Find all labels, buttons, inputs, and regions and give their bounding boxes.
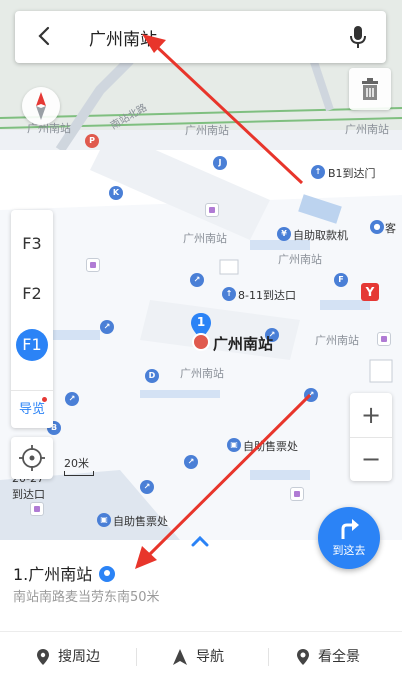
- selected-poi-label[interactable]: 广州南站: [213, 333, 273, 354]
- navigate-button[interactable]: 导航: [172, 637, 224, 677]
- poi-icon[interactable]: ↗: [190, 273, 204, 287]
- map-label: 自助售票处: [243, 440, 298, 453]
- map-canvas: [0, 0, 402, 540]
- map-label: 广州南站: [315, 334, 359, 347]
- floor-selector: F3 F2 F1 导览: [11, 210, 53, 428]
- poi-f-icon[interactable]: F: [334, 273, 348, 287]
- escalator-icon[interactable]: ↗: [140, 480, 154, 494]
- place-address: 南站南路麦当劳东南50米: [13, 590, 160, 605]
- locate-button[interactable]: [11, 437, 53, 479]
- restroom-icon[interactable]: [86, 258, 100, 272]
- divider: [136, 648, 137, 666]
- escalator-icon[interactable]: ↗: [304, 388, 318, 402]
- restroom-icon[interactable]: [377, 332, 391, 346]
- divider: [268, 648, 269, 666]
- compass-icon: [36, 92, 46, 120]
- pin-badge: 1: [196, 315, 206, 329]
- route-arrow-icon: [341, 519, 359, 539]
- panorama-label: 看全景: [318, 649, 360, 665]
- nearby-label: 搜周边: [58, 649, 100, 665]
- map-label: 广州南站: [183, 232, 227, 245]
- map-label: 自助取款机: [293, 229, 348, 242]
- map-label: 广州南站: [185, 124, 229, 137]
- restroom-icon[interactable]: [205, 203, 219, 217]
- chevron-up-icon[interactable]: [190, 535, 210, 547]
- place-title-row[interactable]: 1.广州南站: [13, 561, 116, 585]
- navigation-arrow-icon: [173, 649, 187, 665]
- map-label: 客: [385, 222, 396, 235]
- exit-811-icon[interactable]: ↑: [222, 287, 236, 301]
- map-label: 到达口: [12, 488, 45, 501]
- floor-f1[interactable]: F1: [16, 329, 48, 361]
- map-label: 8-11到达口: [238, 289, 296, 302]
- restroom-icon[interactable]: [290, 487, 304, 501]
- railway-station-icon: [192, 333, 210, 351]
- ticket-office-icon[interactable]: ▣: [227, 438, 241, 452]
- compass-button[interactable]: [22, 87, 60, 125]
- restroom-icon[interactable]: [30, 502, 44, 516]
- navigate-label: 导航: [196, 649, 224, 665]
- metro-icon[interactable]: Y: [361, 283, 379, 301]
- zoom-control: + −: [350, 393, 392, 481]
- escalator-icon[interactable]: ↗: [100, 320, 114, 334]
- nearby-search-button[interactable]: 搜周边: [36, 637, 100, 677]
- map-label: 自助售票处: [113, 515, 168, 528]
- location-pin-icon: [37, 649, 49, 665]
- go-here-button[interactable]: 到这去: [318, 507, 380, 569]
- crosshair-icon: [19, 445, 45, 471]
- go-here-label: 到这去: [332, 544, 366, 557]
- verified-location-icon: [99, 566, 116, 582]
- microphone-icon[interactable]: [348, 25, 368, 49]
- ticket-office-icon[interactable]: ▣: [97, 513, 111, 527]
- panorama-button[interactable]: 看全景: [296, 637, 360, 677]
- guide-label: 导览: [18, 402, 45, 417]
- map-label: B1到达门: [328, 167, 376, 180]
- trash-icon: [362, 78, 378, 100]
- b1-exit-icon[interactable]: ↑: [311, 165, 325, 179]
- parking-poi-icon[interactable]: P: [85, 134, 99, 148]
- scale-bar: [64, 471, 94, 476]
- scale-label: 20米: [64, 457, 89, 470]
- guide-button[interactable]: 导览: [11, 390, 53, 429]
- atm-icon[interactable]: ¥: [277, 227, 291, 241]
- floor-f2[interactable]: F2: [11, 274, 53, 314]
- service-icon[interactable]: ●: [370, 220, 384, 234]
- map-label: 广州南站: [180, 367, 224, 380]
- poi-k-icon[interactable]: K: [109, 186, 123, 200]
- search-bar[interactable]: 广州南站: [15, 11, 386, 63]
- panorama-pin-icon: [297, 649, 309, 665]
- poi-j-icon[interactable]: J: [213, 156, 227, 170]
- map-label: 广州南站: [278, 253, 322, 266]
- floor-f3[interactable]: F3: [11, 224, 53, 264]
- clear-button[interactable]: [349, 68, 391, 110]
- poi-icon[interactable]: ↗: [65, 392, 79, 406]
- map-label: 广州南站: [345, 123, 389, 136]
- zoom-in-button[interactable]: +: [350, 393, 392, 438]
- back-arrow-icon[interactable]: [33, 24, 57, 48]
- indoor-map[interactable]: 广州南站 南站北路 广州南站 广州南站 广州南站 广州南站 广州南站 广州南站 …: [0, 0, 402, 540]
- notification-dot: [42, 397, 47, 402]
- search-query[interactable]: 广州南站: [89, 25, 157, 50]
- zoom-out-button[interactable]: −: [350, 437, 392, 481]
- escalator-icon[interactable]: ↗: [184, 455, 198, 469]
- place-title: 1.广州南站: [13, 565, 93, 584]
- poi-d-icon[interactable]: D: [145, 369, 159, 383]
- divider: [0, 631, 402, 632]
